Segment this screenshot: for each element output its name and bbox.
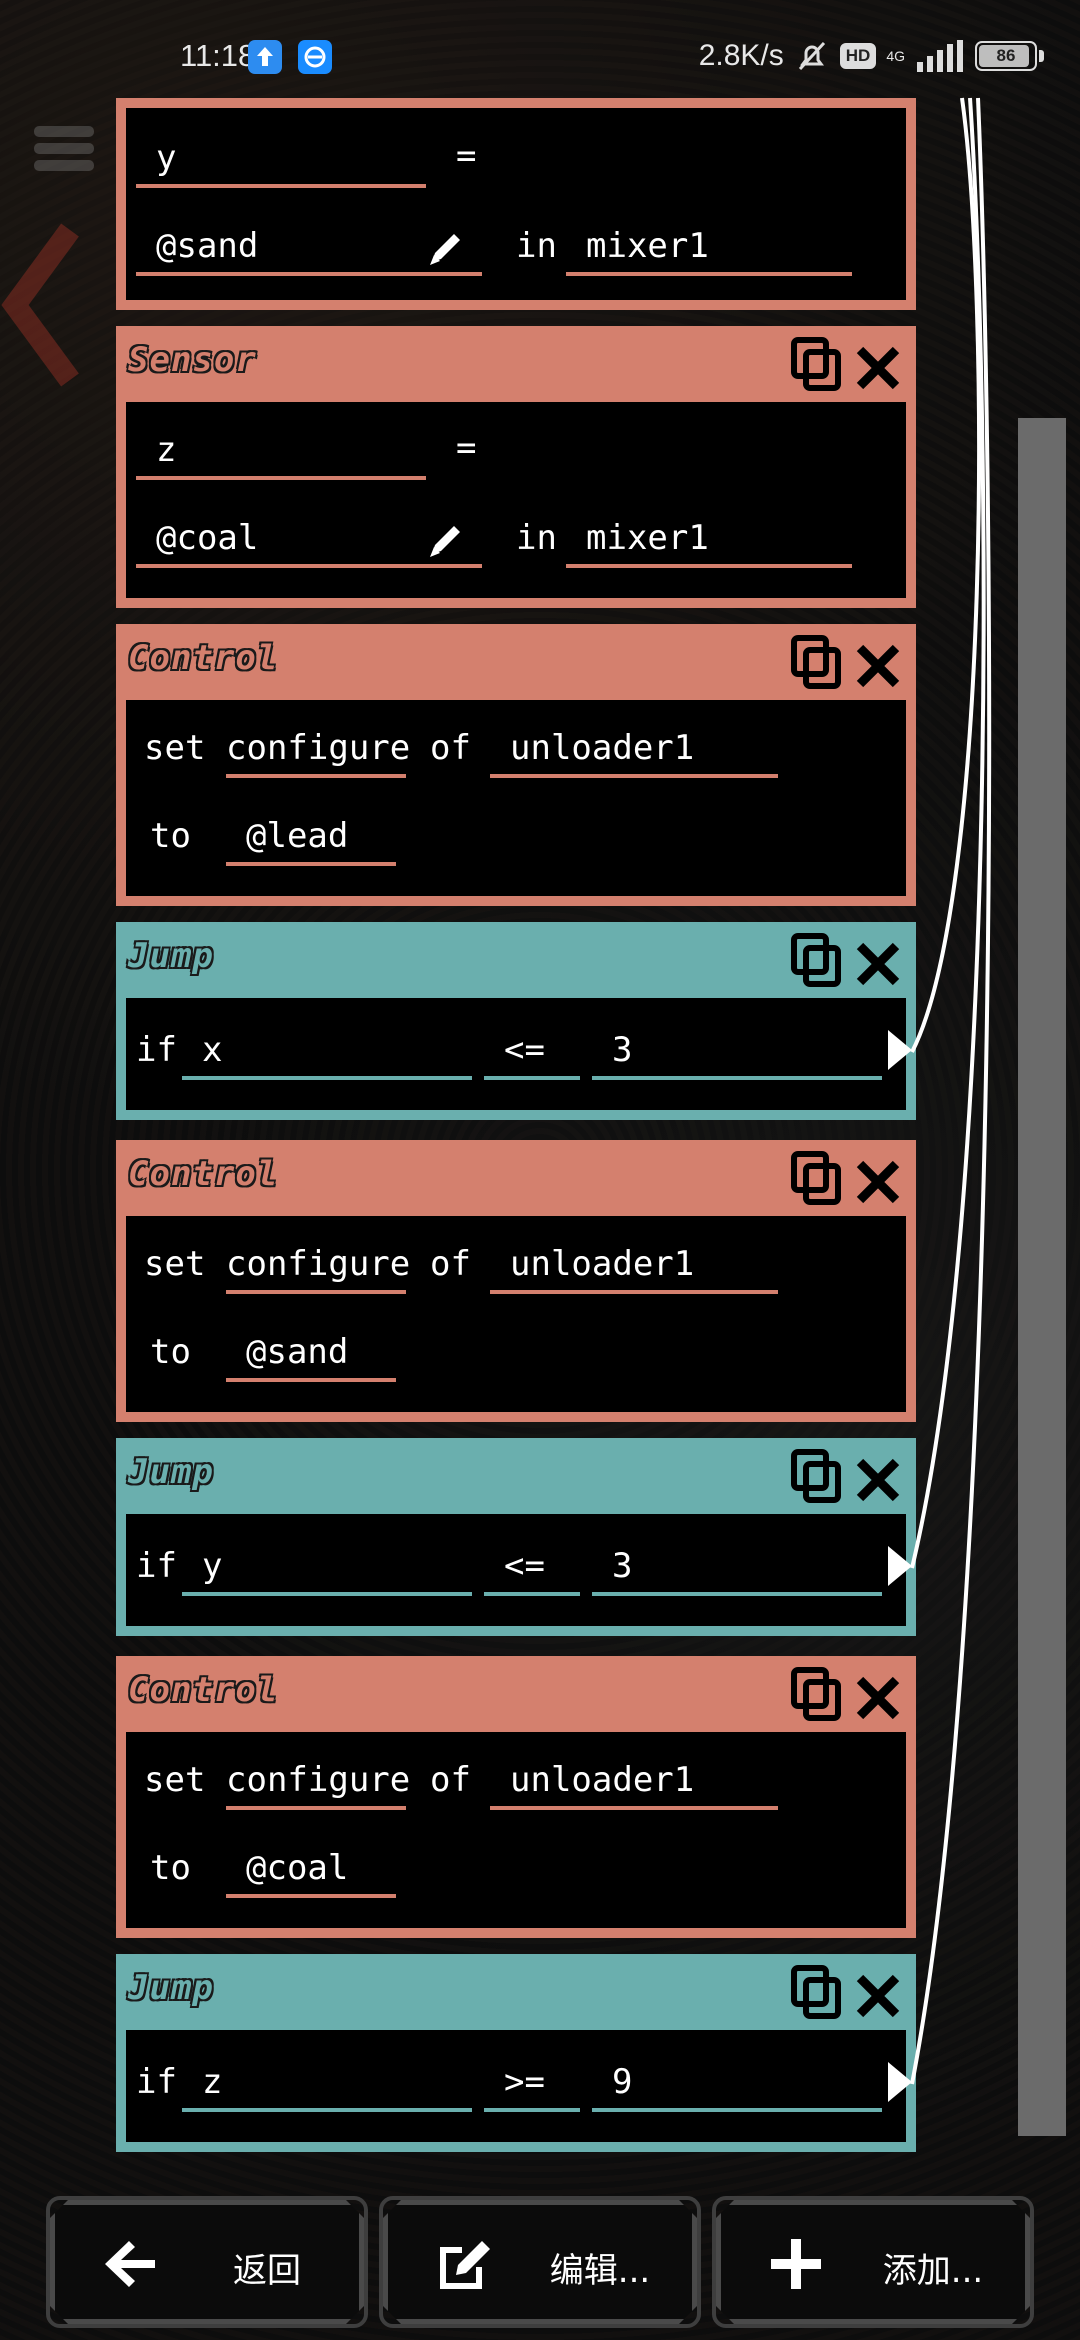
arrow-left-icon xyxy=(99,2233,161,2295)
to-label: to xyxy=(150,1332,191,1372)
close-icon[interactable] xyxy=(852,1448,904,1506)
sensor-result-field[interactable]: y xyxy=(136,138,426,188)
block-title: Control xyxy=(128,1670,279,1710)
jump-operator[interactable]: >= xyxy=(484,2062,580,2112)
sensor-block[interactable]: Sensor z = @coal in mixer1 xyxy=(116,326,916,608)
in-label: in xyxy=(516,226,557,266)
edit-button[interactable]: 编辑... xyxy=(383,2200,697,2324)
browser-icon xyxy=(298,40,332,74)
upload-icon xyxy=(248,40,282,74)
block-title: Jump xyxy=(128,1968,214,2008)
of-label: of xyxy=(430,1244,471,1284)
control-block[interactable]: Control set configure of unloader1 to @s… xyxy=(116,1140,916,1422)
jump-left-operand[interactable]: y xyxy=(182,1546,472,1596)
jump-left-operand[interactable]: z xyxy=(182,2062,472,2112)
control-target-field[interactable]: unloader1 xyxy=(490,1244,778,1294)
close-icon[interactable] xyxy=(852,1666,904,1724)
edit-icon xyxy=(432,2233,494,2295)
close-icon[interactable] xyxy=(852,634,904,692)
control-block[interactable]: Control set configure of unloader1 to @c… xyxy=(116,1656,916,1938)
pencil-icon[interactable] xyxy=(426,520,466,560)
net-speed: 2.8K/s xyxy=(698,39,784,72)
jump-target-arrow-icon[interactable] xyxy=(888,1030,912,1070)
to-label: to xyxy=(150,816,191,856)
if-label: if xyxy=(136,1546,177,1586)
sensor-target-field[interactable]: mixer1 xyxy=(566,226,852,276)
control-property-field[interactable]: configure xyxy=(226,1244,410,1294)
jump-left-operand[interactable]: x xyxy=(182,1030,472,1080)
jump-right-operand[interactable]: 3 xyxy=(592,1030,882,1080)
jump-operator[interactable]: <= xyxy=(484,1546,580,1596)
block-title: Control xyxy=(128,1154,279,1194)
close-icon[interactable] xyxy=(852,1964,904,2022)
block-title: Sensor xyxy=(128,340,257,380)
status-time: 11:18 xyxy=(180,38,256,73)
jump-operator[interactable]: <= xyxy=(484,1030,580,1080)
close-icon[interactable] xyxy=(852,336,904,394)
if-label: if xyxy=(136,1030,177,1070)
jump-right-operand[interactable]: 3 xyxy=(592,1546,882,1596)
battery-icon: 86 xyxy=(975,41,1044,71)
jump-block[interactable]: Jump if z >= 9 xyxy=(116,1954,916,2152)
control-block[interactable]: Control set configure of unloader1 to @l… xyxy=(116,624,916,906)
copy-icon[interactable] xyxy=(790,634,842,692)
back-button[interactable]: 返回 xyxy=(50,2200,364,2324)
control-target-field[interactable]: unloader1 xyxy=(490,728,778,778)
signal-icon xyxy=(917,40,963,72)
jump-block[interactable]: Jump if x <= 3 xyxy=(116,922,916,1120)
control-property-field[interactable]: configure xyxy=(226,1760,410,1810)
copy-icon[interactable] xyxy=(790,1666,842,1724)
set-label: set xyxy=(144,1244,206,1284)
back-chevron-icon xyxy=(1,223,79,387)
hd-badge: HD xyxy=(839,43,877,69)
jump-target-arrow-icon[interactable] xyxy=(888,2062,912,2102)
set-label: set xyxy=(144,1760,206,1800)
set-label: set xyxy=(144,728,206,768)
copy-icon[interactable] xyxy=(790,336,842,394)
sensor-result-field[interactable]: z xyxy=(136,430,426,480)
control-value-field[interactable]: @coal xyxy=(226,1848,396,1898)
mute-bell-icon xyxy=(798,41,825,71)
copy-icon[interactable] xyxy=(790,932,842,990)
jump-target-arrow-icon[interactable] xyxy=(888,1546,912,1586)
copy-icon[interactable] xyxy=(790,1964,842,2022)
menu-icon xyxy=(34,120,94,190)
sensor-target-field[interactable]: mixer1 xyxy=(566,518,852,568)
copy-icon[interactable] xyxy=(790,1448,842,1506)
control-value-field[interactable]: @sand xyxy=(226,1332,396,1382)
jump-right-operand[interactable]: 9 xyxy=(592,2062,882,2112)
add-button[interactable]: 添加... xyxy=(716,2200,1030,2324)
control-property-field[interactable]: configure xyxy=(226,728,410,778)
copy-icon[interactable] xyxy=(790,1150,842,1208)
close-icon[interactable] xyxy=(852,1150,904,1208)
network-type: 4G xyxy=(886,48,905,64)
close-icon[interactable] xyxy=(852,932,904,990)
jump-block[interactable]: Jump if y <= 3 xyxy=(116,1438,916,1636)
control-target-field[interactable]: unloader1 xyxy=(490,1760,778,1810)
of-label: of xyxy=(430,728,471,768)
to-label: to xyxy=(150,1848,191,1888)
equals-label: = xyxy=(456,428,477,468)
block-title: Control xyxy=(128,638,279,678)
of-label: of xyxy=(430,1760,471,1800)
block-title: Jump xyxy=(128,1452,214,1492)
in-label: in xyxy=(516,518,557,558)
scrollbar[interactable] xyxy=(1018,418,1066,2136)
plus-icon xyxy=(765,2233,827,2295)
sensor-block[interactable]: y = @sand in mixer1 xyxy=(116,98,916,310)
equals-label: = xyxy=(456,136,477,176)
if-label: if xyxy=(136,2062,177,2102)
status-bar: 11:18 2.8K/s HD 4G 86 xyxy=(0,0,1080,100)
block-title: Jump xyxy=(128,936,214,976)
pencil-icon[interactable] xyxy=(426,228,466,268)
control-value-field[interactable]: @lead xyxy=(226,816,396,866)
